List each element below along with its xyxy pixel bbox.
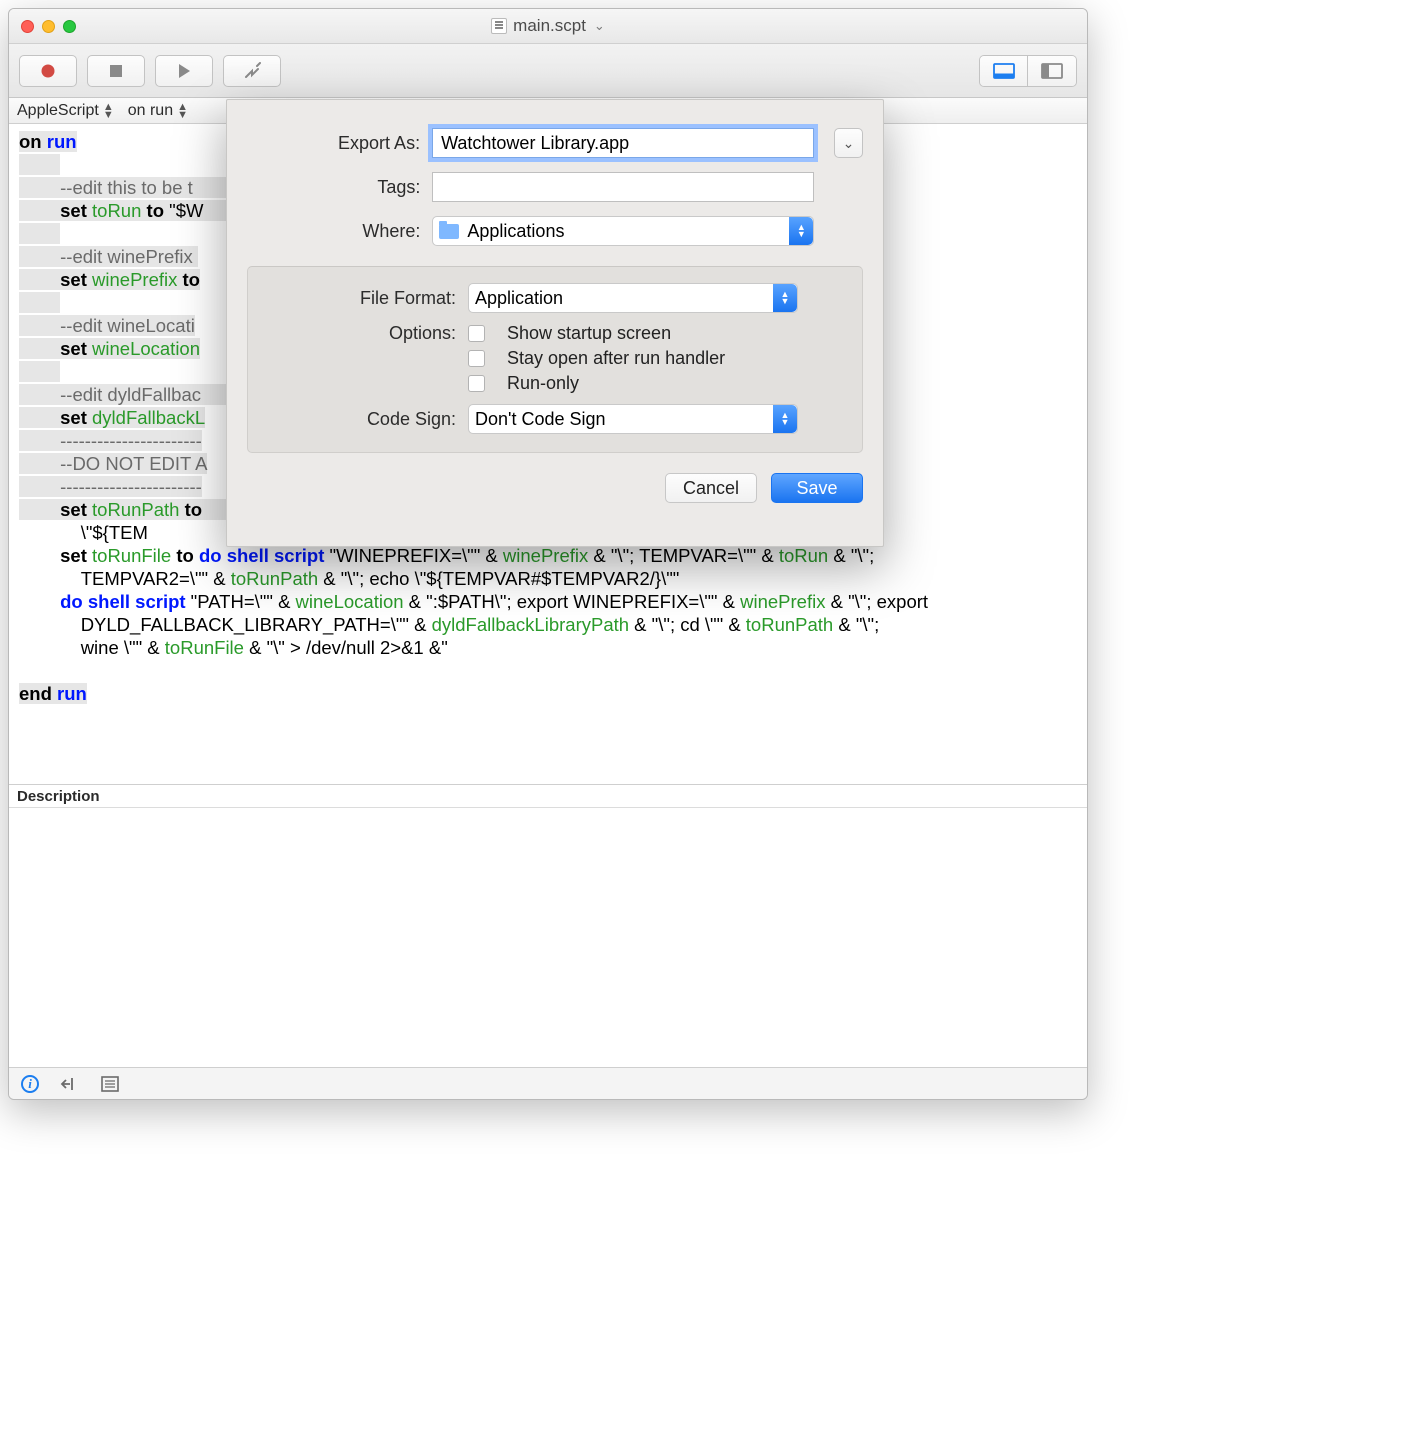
stepper-icon: ▲▼ xyxy=(103,103,114,119)
options-row-1: Options: Show startup screen xyxy=(266,323,844,344)
where-popup[interactable]: Applications ▲▼ xyxy=(432,216,814,246)
toolbar-right-group xyxy=(979,55,1077,87)
file-format-popup[interactable]: Application ▲▼ xyxy=(468,283,798,313)
window-title[interactable]: main.scpt ⌄ xyxy=(9,16,1087,36)
export-as-label: Export As: xyxy=(247,133,420,154)
code-sign-label: Code Sign: xyxy=(266,409,456,430)
code-sign-popup[interactable]: Don't Code Sign ▲▼ xyxy=(468,404,798,434)
show-startup-screen-label: Show startup screen xyxy=(507,323,671,344)
file-format-row: File Format: Application ▲▼ xyxy=(266,283,844,313)
description-header[interactable]: Description xyxy=(9,784,1087,808)
view-mode-log[interactable] xyxy=(1028,56,1076,86)
code-sign-row: Code Sign: Don't Code Sign ▲▼ xyxy=(266,404,844,434)
tags-row: Tags: xyxy=(247,172,863,202)
language-popup[interactable]: AppleScript ▲▼ xyxy=(17,102,114,120)
export-as-field[interactable] xyxy=(432,128,814,158)
export-sheet: Export As: ⌄ Tags: Where: Applications ▲… xyxy=(226,99,884,547)
handler-popup-label: on run xyxy=(128,102,173,120)
record-button[interactable] xyxy=(19,55,77,87)
show-startup-screen-checkbox[interactable] xyxy=(468,325,485,342)
stay-open-label: Stay open after run handler xyxy=(507,348,725,369)
cancel-button[interactable]: Cancel xyxy=(665,473,757,503)
toolbar xyxy=(9,44,1087,98)
document-proxy-icon[interactable] xyxy=(491,18,507,34)
run-only-checkbox[interactable] xyxy=(468,375,485,392)
language-popup-label: AppleScript xyxy=(17,102,99,120)
where-value: Applications xyxy=(467,221,564,242)
stepper-icon: ▲▼ xyxy=(773,284,797,312)
stepper-icon: ▲▼ xyxy=(177,103,188,119)
tags-field[interactable] xyxy=(432,172,814,202)
window-title-text: main.scpt xyxy=(513,16,586,36)
title-dropdown-icon[interactable]: ⌄ xyxy=(594,18,605,34)
result-pane-button[interactable] xyxy=(59,1073,81,1095)
file-format-label: File Format: xyxy=(266,288,456,309)
options-row-2: Stay open after run handler xyxy=(266,348,844,369)
log-pane-button[interactable] xyxy=(99,1073,121,1095)
run-button[interactable] xyxy=(155,55,213,87)
stop-button[interactable] xyxy=(87,55,145,87)
bundle-info-button[interactable]: i xyxy=(19,1073,41,1095)
stay-open-checkbox[interactable] xyxy=(468,350,485,367)
view-mode-segment xyxy=(979,55,1077,87)
script-editor-window: main.scpt ⌄ xyxy=(8,8,1088,1100)
tags-label: Tags: xyxy=(247,177,420,198)
description-body[interactable] xyxy=(9,808,1087,1078)
info-icon: i xyxy=(21,1075,39,1093)
export-options-group: File Format: Application ▲▼ Options: Sho… xyxy=(247,266,863,453)
code-sign-value: Don't Code Sign xyxy=(475,409,606,430)
stepper-icon: ▲▼ xyxy=(773,405,797,433)
save-button[interactable]: Save xyxy=(771,473,863,503)
folder-icon xyxy=(439,224,459,239)
titlebar: main.scpt ⌄ xyxy=(9,9,1087,44)
options-label: Options: xyxy=(266,323,456,344)
where-label: Where: xyxy=(247,221,420,242)
expand-save-panel-button[interactable]: ⌄ xyxy=(834,128,863,158)
where-row: Where: Applications ▲▼ xyxy=(247,216,863,246)
status-bar: i xyxy=(9,1067,1087,1099)
options-row-3: Run-only xyxy=(266,373,844,394)
description-label: Description xyxy=(17,788,100,805)
compile-button[interactable] xyxy=(223,55,281,87)
view-mode-editor[interactable] xyxy=(980,56,1028,86)
file-format-value: Application xyxy=(475,288,563,309)
sheet-button-row: Cancel Save xyxy=(247,473,863,503)
export-as-row: Export As: ⌄ xyxy=(247,128,863,158)
handler-popup[interactable]: on run ▲▼ xyxy=(128,102,188,120)
chevron-down-icon: ⌄ xyxy=(843,135,855,152)
run-only-label: Run-only xyxy=(507,373,579,394)
stepper-icon: ▲▼ xyxy=(789,217,813,245)
